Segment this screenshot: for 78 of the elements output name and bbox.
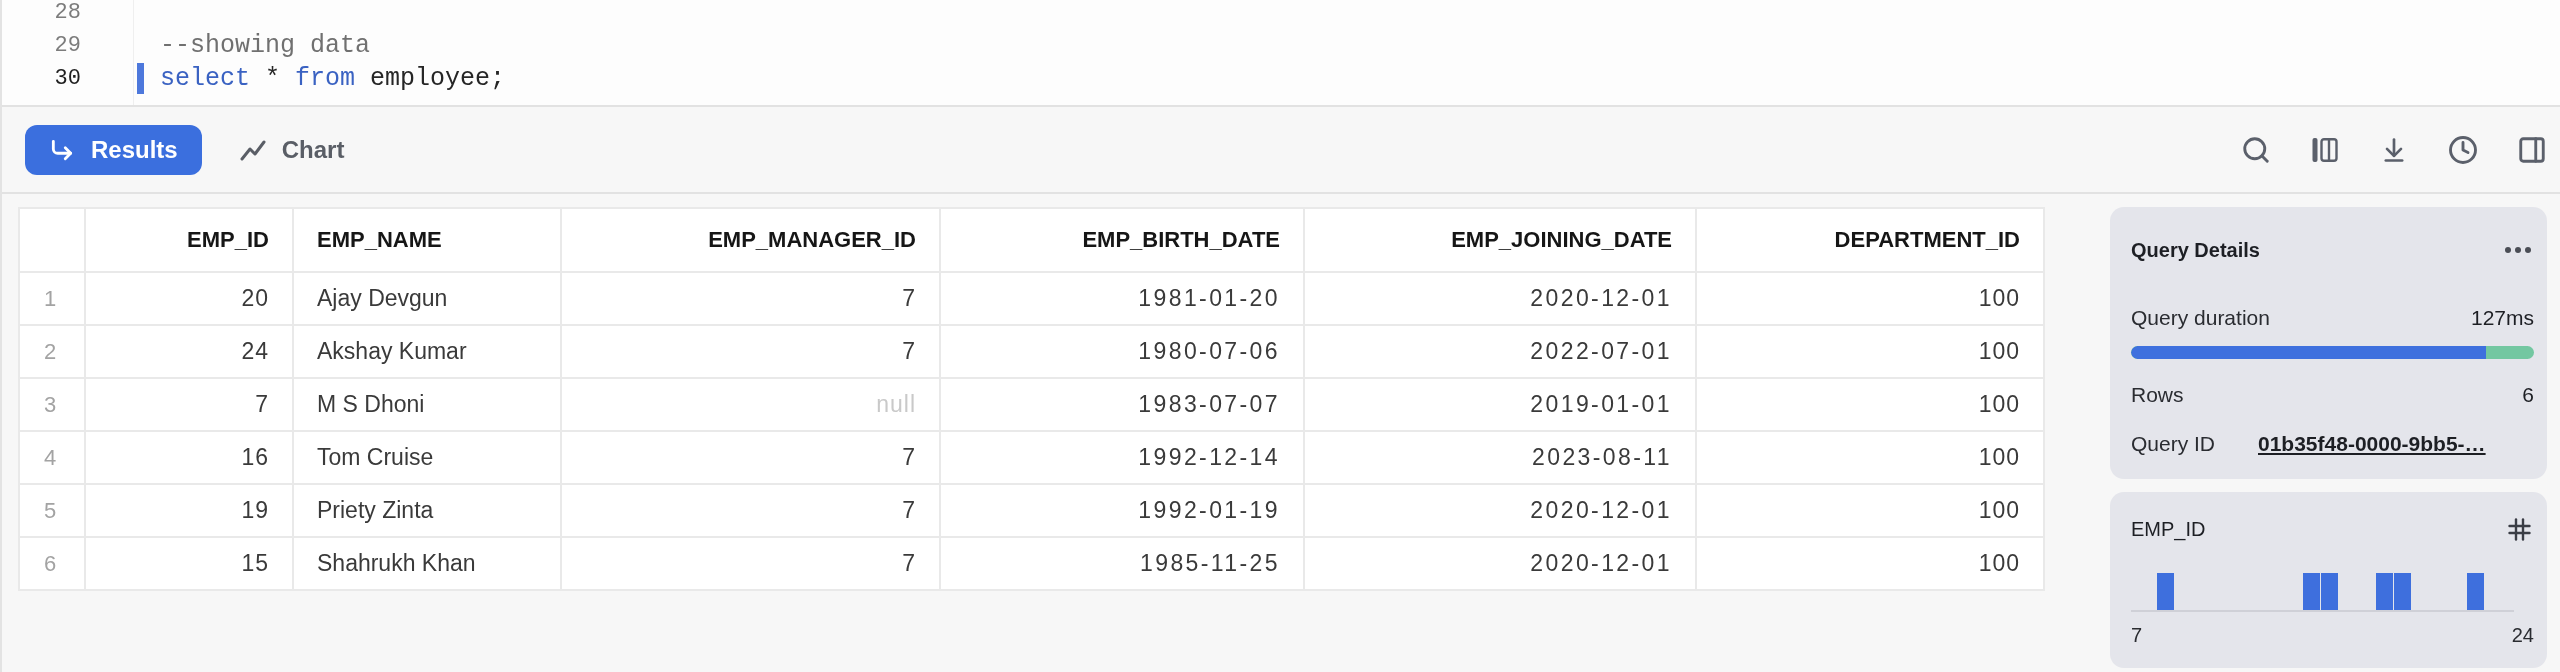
table-cell: 15 bbox=[85, 537, 293, 590]
table-cell: 100 bbox=[1696, 431, 2044, 484]
view-tab[interactable]: Results bbox=[25, 124, 202, 175]
hash-icon bbox=[2508, 517, 2531, 541]
panel-icon bbox=[2517, 134, 2547, 165]
table-cell: 2023-08-11 bbox=[1304, 431, 1696, 484]
table-cell: 100 bbox=[1696, 378, 2044, 431]
table-cell: 2020-12-01 bbox=[1304, 484, 1696, 537]
histogram-bar bbox=[2394, 573, 2411, 610]
search-icon bbox=[2241, 134, 2271, 165]
column-header[interactable]: EMP_ID bbox=[85, 208, 293, 272]
table-cell: 19 bbox=[85, 484, 293, 537]
line-number: 30 bbox=[53, 65, 81, 93]
row-number: 5 bbox=[19, 484, 85, 537]
table-cell: 1980-07-06 bbox=[940, 325, 1304, 378]
histogram-bar bbox=[2157, 573, 2174, 610]
column-header[interactable]: EMP_NAME bbox=[293, 208, 561, 272]
table-cell: 1992-01-19 bbox=[940, 484, 1304, 537]
row-number: 1 bbox=[19, 272, 85, 325]
line-number: 29 bbox=[53, 32, 81, 60]
axis-label: 24 bbox=[2511, 623, 2534, 647]
table-cell: 2020-12-01 bbox=[1304, 537, 1696, 590]
detail-value: 127ms bbox=[2470, 306, 2534, 330]
table-cell: 7 bbox=[85, 378, 293, 431]
table-cell: M S Dhoni bbox=[293, 378, 561, 431]
column-header[interactable]: DEPARTMENT_ID bbox=[1696, 208, 2044, 272]
row-number: 6 bbox=[19, 537, 85, 590]
table-cell: Akshay Kumar bbox=[293, 325, 561, 378]
table-cell: Shahrukh Khan bbox=[293, 537, 561, 590]
table-cell: Priety Zinta bbox=[293, 484, 561, 537]
table-cell: 100 bbox=[1696, 537, 2044, 590]
more-icon bbox=[2505, 247, 2531, 253]
histogram-bar bbox=[2467, 573, 2484, 610]
table-cell: 7 bbox=[561, 484, 940, 537]
detail-value: 6 bbox=[2522, 383, 2534, 407]
table-cell: 24 bbox=[85, 325, 293, 378]
table-cell: 100 bbox=[1696, 325, 2044, 378]
table-cell: 100 bbox=[1696, 272, 2044, 325]
line-chart-icon bbox=[239, 138, 266, 161]
table-cell: 7 bbox=[561, 272, 940, 325]
column-header[interactable]: EMP_JOINING_DATE bbox=[1304, 208, 1696, 272]
histogram-bar bbox=[2321, 573, 2338, 610]
row-number: 2 bbox=[19, 325, 85, 378]
table-cell: 2020-12-01 bbox=[1304, 272, 1696, 325]
table-cell: 16 bbox=[85, 431, 293, 484]
clock-icon bbox=[2448, 134, 2478, 165]
table-cell: 7 bbox=[561, 537, 940, 590]
table-cell: 20 bbox=[85, 272, 293, 325]
view-tab[interactable]: Chart bbox=[225, 124, 359, 175]
table-cell: 1985-11-25 bbox=[940, 537, 1304, 590]
row-number: 3 bbox=[19, 378, 85, 431]
table-cell: 2022-07-01 bbox=[1304, 325, 1696, 378]
card-title: Query Details bbox=[2131, 238, 2260, 262]
row-number: 4 bbox=[19, 431, 85, 484]
detail-label: Rows bbox=[2131, 383, 2184, 407]
columns-icon bbox=[2311, 135, 2339, 164]
histogram-bar bbox=[2376, 573, 2393, 610]
column-header[interactable]: EMP_BIRTH_DATE bbox=[940, 208, 1304, 272]
axis-label: 7 bbox=[2131, 623, 2143, 647]
code-line: --showing data bbox=[160, 30, 371, 62]
table-cell: 7 bbox=[561, 325, 940, 378]
table-cell: 2019-01-01 bbox=[1304, 378, 1696, 431]
histogram-bar bbox=[2303, 573, 2320, 610]
column-header[interactable]: EMP_MANAGER_ID bbox=[561, 208, 940, 272]
table-cell: 1981-01-20 bbox=[940, 272, 1304, 325]
detail-label: Query duration bbox=[2131, 306, 2270, 330]
table-cell: 7 bbox=[561, 431, 940, 484]
table-cell: 100 bbox=[1696, 484, 2044, 537]
table-cell: 1992-12-14 bbox=[940, 431, 1304, 484]
table-cell: Ajay Devgun bbox=[293, 272, 561, 325]
query-id-link[interactable]: 01b35f48-0000-9bb5-… bbox=[2258, 432, 2486, 455]
table-cell: Tom Cruise bbox=[293, 431, 561, 484]
card-title: EMP_ID bbox=[2131, 517, 2206, 541]
table-cell: 1983-07-07 bbox=[940, 378, 1304, 431]
line-number: 28 bbox=[53, 0, 81, 27]
more-button[interactable] bbox=[2505, 247, 2531, 253]
code-line: select * from employee; bbox=[160, 63, 506, 95]
detail-label: Query ID bbox=[2131, 432, 2217, 456]
